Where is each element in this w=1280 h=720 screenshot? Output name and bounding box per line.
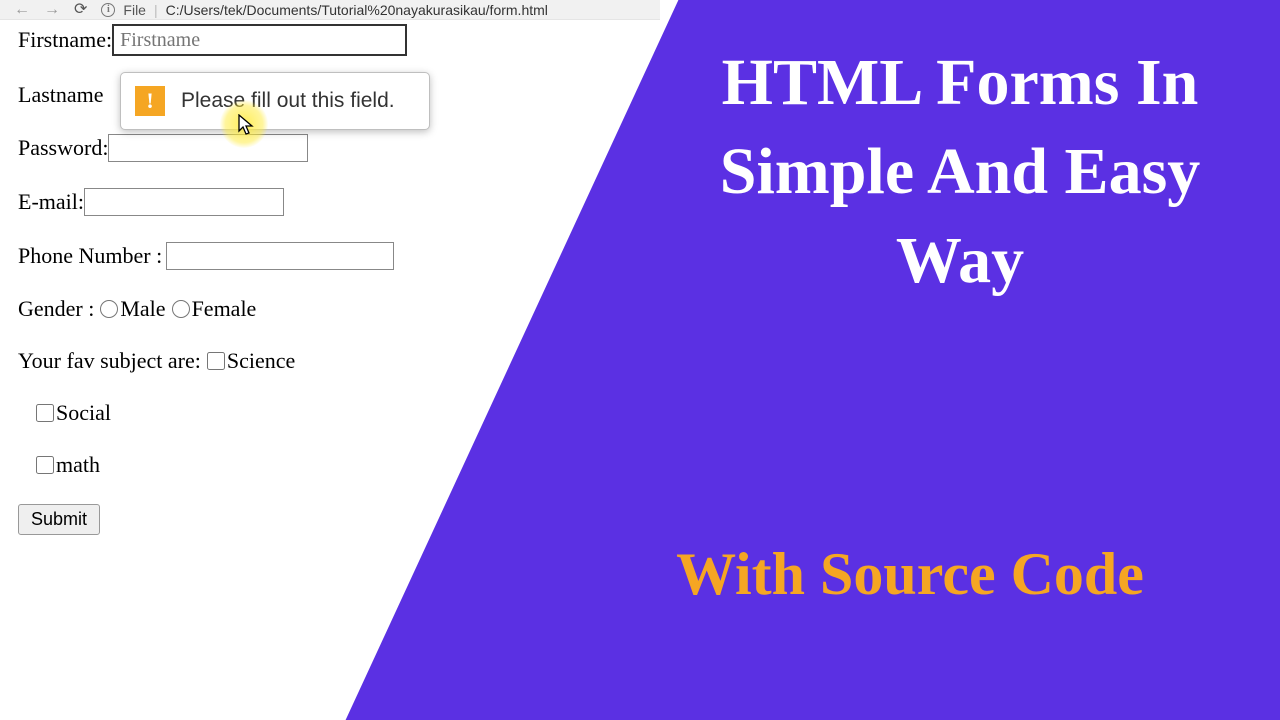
promo-subline: With Source Code — [560, 540, 1260, 609]
gender-female-label: Female — [192, 296, 257, 322]
reload-icon[interactable]: ⟳ — [74, 2, 87, 18]
back-icon[interactable]: ← — [14, 2, 30, 18]
email-label: E-mail: — [18, 189, 84, 215]
address-bar[interactable]: i File | C:/Users/tek/Documents/Tutorial… — [101, 2, 548, 18]
url-path: C:/Users/tek/Documents/Tutorial%20nayaku… — [166, 2, 548, 18]
cursor-icon — [238, 114, 256, 138]
gender-label: Gender : — [18, 296, 94, 322]
forward-icon[interactable]: → — [44, 2, 60, 18]
warning-icon: ! — [135, 86, 165, 116]
phone-label: Phone Number : — [18, 243, 162, 269]
phone-input[interactable] — [166, 242, 394, 270]
browser-toolbar: ← → ⟳ i File | C:/Users/tek/Documents/Tu… — [0, 0, 660, 20]
subject-social-label: Social — [56, 400, 111, 426]
email-input[interactable] — [84, 188, 284, 216]
subject-science-checkbox[interactable] — [207, 352, 225, 370]
validation-message: Please fill out this field. — [181, 89, 395, 113]
subject-social-checkbox[interactable] — [36, 404, 54, 422]
firstname-input[interactable] — [112, 24, 407, 56]
gender-male-label: Male — [120, 296, 165, 322]
validation-tooltip: ! Please fill out this field. — [120, 72, 430, 130]
lastname-label: Lastname — [18, 82, 104, 108]
subject-math-label: math — [56, 452, 100, 478]
password-input[interactable] — [108, 134, 308, 162]
submit-button[interactable]: Submit — [18, 504, 100, 535]
firstname-label: Firstname: — [18, 27, 112, 53]
info-icon: i — [101, 3, 115, 17]
gender-female-radio[interactable] — [172, 300, 190, 318]
subject-science-label: Science — [227, 348, 295, 374]
subject-math-checkbox[interactable] — [36, 456, 54, 474]
file-scheme-label: File — [123, 2, 146, 18]
promo-headline: HTML Forms In Simple And Easy Way — [670, 38, 1250, 305]
gender-male-radio[interactable] — [100, 300, 118, 318]
fav-subject-label: Your fav subject are: — [18, 348, 201, 374]
password-label: Password: — [18, 135, 108, 161]
